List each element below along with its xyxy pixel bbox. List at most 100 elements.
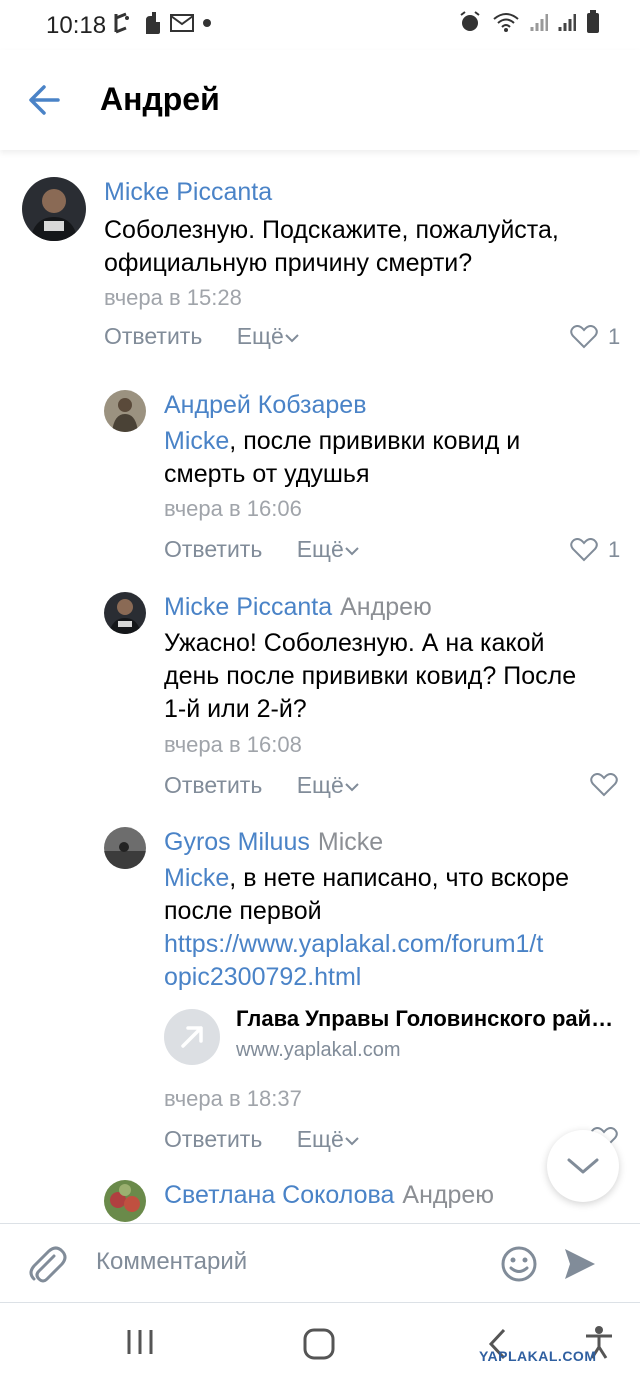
comment-time: вчера в 16:06 [164,496,302,521]
wifi-icon [493,13,519,32]
mention-link[interactable]: Micke [164,864,229,892]
heart-icon [590,773,618,797]
mail-icon [170,14,194,32]
home-icon [303,1328,335,1360]
chevron-down-icon [345,547,359,556]
more-label: Ещё [296,772,344,798]
more-button[interactable]: Ещё [297,536,360,562]
more-label: Ещё [296,1126,344,1152]
comment-text: Ужасно! Соболезную. А на какой день посл… [164,627,604,726]
status-time: 10:18 [46,12,107,39]
chevron-down-icon [345,783,359,792]
recent-apps-button[interactable] [124,1327,156,1362]
back-button[interactable] [22,78,70,122]
more-label: Ещё [236,323,284,349]
send-button[interactable] [562,1246,598,1282]
battery-icon [587,10,599,33]
system-nav-bar [0,1303,640,1387]
avatar[interactable] [104,1180,146,1222]
hand-icon [146,12,160,34]
comment-reply: Gyros Miluus Micke Micke, в нете написано… [0,817,640,1157]
reply-button[interactable]: Ответить [104,323,202,349]
comment-time: вчера в 15:28 [104,285,242,310]
like-button[interactable]: 1 [570,537,620,563]
more-button[interactable]: Ещё [297,772,360,798]
paperclip-icon [29,1246,67,1283]
like-button[interactable]: 1 [570,324,620,350]
more-button[interactable]: Ещё [237,323,300,349]
link-preview-card[interactable]: Глава Управы Головинского района www.yap… [164,1004,626,1068]
avatar[interactable] [104,592,146,634]
avatar[interactable] [22,177,86,241]
attach-button[interactable] [24,1242,68,1286]
comment-reply: Micke Piccanta Андрею Ужасно! Соболезную.… [0,582,640,807]
app-header: Андрей [0,50,640,150]
heart-icon [570,325,598,349]
comment-actions: Ответить Ещё [164,772,360,799]
comment-composer [0,1223,640,1303]
alarm-icon [460,11,480,31]
comment-author[interactable]: Андрей Кобзарев [164,391,366,420]
comment-actions: Ответить Ещё [164,1126,360,1153]
like-count: 1 [608,324,621,349]
mention-link[interactable]: Micke [164,427,229,455]
reply-to[interactable]: Андрею [340,593,432,621]
link-arrow-icon [164,1009,220,1065]
dot-icon [203,19,211,27]
watermark: YAPLAKAL.COM [479,1348,597,1364]
avatar[interactable] [104,390,146,432]
link-card-title: Глава Управы Головинского района [236,1006,626,1031]
comment-text-body: Соболезную. Подскажите, пожалуйста, офиц… [104,216,559,277]
heart-icon [570,538,598,562]
send-icon [565,1249,595,1279]
reply-button[interactable]: Ответить [164,1126,262,1152]
signal-icon [530,14,548,31]
like-count: 1 [608,537,621,562]
home-button[interactable] [302,1327,336,1366]
comments-list[interactable]: Micke Piccanta Соболезную. Подскажите, п… [0,150,640,1223]
chevron-down-icon [345,1137,359,1146]
recent-apps-icon [127,1330,153,1354]
status-notifications [112,10,212,36]
url-link[interactable]: https://www.yaplakal.com/forum1/t opic230… [164,930,543,991]
status-system-icons [458,10,600,34]
signal-icon-2 [558,14,576,31]
author-name: Gyros Miluus [164,828,310,856]
comment-input[interactable] [96,1240,486,1284]
reply-button[interactable]: Ответить [164,772,262,798]
comment-actions: Ответить Ещё [164,536,360,563]
comment-reply: Андрей Кобзарев Micke, после прививки ко… [0,380,640,570]
comment-time: вчера в 18:37 [164,1086,302,1111]
smiley-icon [501,1246,537,1282]
comment: Micke Piccanta Соболезную. Подскажите, п… [0,150,640,360]
scroll-down-button[interactable] [547,1130,619,1202]
comment-text: Micke, после прививки ковид и смерть от … [164,425,604,491]
author-name: Micke Piccanta [164,593,333,621]
status-bar: 10:18 [0,0,640,50]
link-card-domain: www.yaplakal.com [236,1039,401,1061]
comment-text: Micke, в нете написано, что вскоре после… [164,862,624,994]
url-link-line2: opic2300792.html [164,963,362,991]
reply-button[interactable]: Ответить [164,536,262,562]
chevron-down-icon [285,334,299,343]
url-link-line1: https://www.yaplakal.com/forum1/t [164,930,544,958]
like-button[interactable] [590,773,618,797]
arrow-left-icon [29,85,60,115]
missed-call-icon [114,12,129,34]
reply-to[interactable]: Андрею [402,1181,494,1209]
comment-time: вчера в 16:08 [164,732,302,757]
page-title: Андрей [100,81,220,117]
comment-reply: Светлана Соколова Андрею [0,1172,640,1223]
comment-author[interactable]: Gyros Miluus Micke [164,828,383,857]
reply-to[interactable]: Micke [318,828,383,856]
more-label: Ещё [296,536,344,562]
comment-author[interactable]: Светлана Соколова Андрею [164,1181,494,1210]
emoji-button[interactable] [500,1245,538,1283]
comment-text: Соболезную. Подскажите, пожалуйста, офиц… [104,214,624,280]
chevron-down-icon [567,1158,599,1174]
avatar[interactable] [104,827,146,869]
comment-author[interactable]: Micke Piccanta [104,178,272,207]
comment-author[interactable]: Micke Piccanta Андрею [164,593,432,622]
more-button[interactable]: Ещё [297,1126,360,1152]
comment-actions: Ответить Ещё [104,323,300,350]
